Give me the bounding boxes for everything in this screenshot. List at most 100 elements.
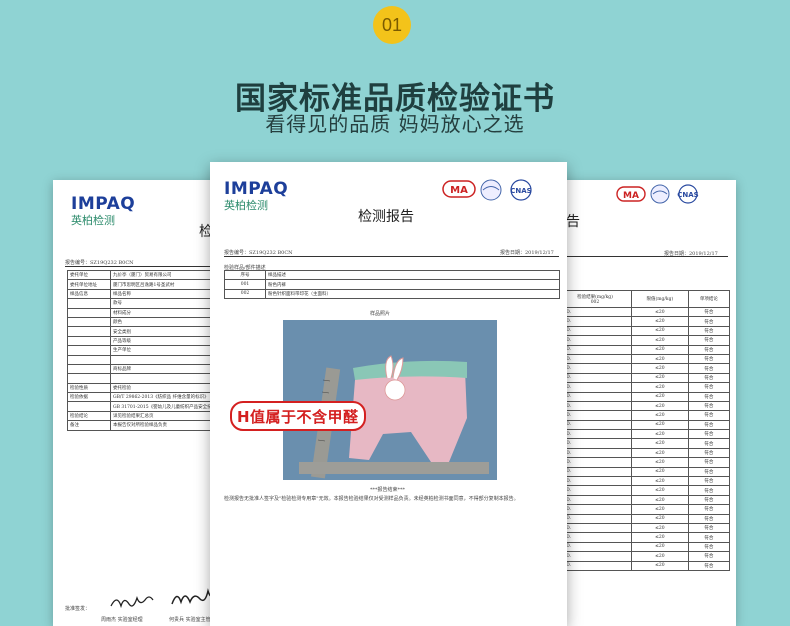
table-cell: ≤20 xyxy=(630,306,689,318)
table-cell: 符合 xyxy=(687,325,731,337)
table-row: 002 粉色针织面料带印花（主面料） xyxy=(224,288,560,300)
table-cell: N.D. xyxy=(558,513,632,525)
table-cell: N.D. xyxy=(558,476,632,487)
table-header-cell: 单项结论 xyxy=(687,290,731,308)
table-cell: ≤20 xyxy=(630,372,689,384)
table-cell: ≤20 xyxy=(630,476,689,487)
table-row: N.D.≤20符合 xyxy=(558,382,731,393)
cma-certification-icon: MA xyxy=(616,186,646,202)
table-cell: N.D. xyxy=(558,429,632,440)
table-cell: ≤20 xyxy=(630,353,689,365)
svg-text:CNAS: CNAS xyxy=(510,187,531,195)
table-cell: 符合 xyxy=(687,438,731,449)
table-cell: 符合 xyxy=(687,560,731,571)
table-cell: 委托单位 xyxy=(67,269,111,281)
cnas-certification-icon: CNAS xyxy=(677,184,699,204)
table-cell: N.D. xyxy=(558,363,632,374)
table-row: N.D.≤20符合 xyxy=(558,353,731,365)
sample-garment-image xyxy=(283,320,497,480)
table-cell: N.D. xyxy=(558,541,632,553)
table-cell: ≤20 xyxy=(630,485,689,496)
table-row: N.D.≤20符合 xyxy=(558,560,731,571)
table-row: N.D.≤20符合 xyxy=(558,429,731,440)
table-row: N.D.≤20符合 xyxy=(558,325,731,337)
table-row: N.D.≤20符合 xyxy=(558,541,731,553)
table-cell: ≤20 xyxy=(630,504,689,515)
table-row: N.D.≤20符合 xyxy=(558,447,731,459)
table-row: N.D.≤20符合 xyxy=(558,494,731,506)
table-cell: N.D. xyxy=(558,457,632,468)
table-cell: N.D. xyxy=(558,335,632,346)
signer-1: 周雨杰 实验室经理 xyxy=(101,617,143,623)
table-cell: N.D. xyxy=(558,410,632,421)
table-cell: ≤20 xyxy=(630,391,689,402)
table-cell: ≤20 xyxy=(630,532,689,543)
table-cell: ≤20 xyxy=(630,316,689,327)
table-cell: ≤20 xyxy=(630,419,689,431)
table-row: 001 粉色内裤 xyxy=(224,279,560,290)
table-cell: ≤20 xyxy=(630,560,689,571)
table-cell: ≤20 xyxy=(630,344,689,355)
table-cell: 符合 xyxy=(687,382,731,393)
table-cell: N.D. xyxy=(558,504,632,515)
table-row: N.D.≤20符合 xyxy=(558,410,731,421)
disclaimer: 检测报告无批准人签字及"检验检测专用章"无效。本报告检验结果仅对受测样品负责。未… xyxy=(224,496,519,502)
svg-text:CNAS: CNAS xyxy=(677,191,698,199)
table-cell: N.D. xyxy=(558,466,632,478)
table-cell: 符合 xyxy=(687,410,731,421)
table-cell xyxy=(67,345,111,356)
table-cell: 符合 xyxy=(687,391,731,402)
table-cell: ≤20 xyxy=(630,494,689,506)
table-cell: N.D. xyxy=(558,353,632,365)
table-cell: N.D. xyxy=(558,438,632,449)
table-cell: 符合 xyxy=(687,306,731,318)
approval-label: 批准签发： xyxy=(65,606,91,612)
table-cell: ≤20 xyxy=(630,551,689,562)
table-cell xyxy=(67,326,111,337)
svg-text:MA: MA xyxy=(623,191,639,201)
table-cell: ≤20 xyxy=(630,400,689,412)
table-cell: N.D. xyxy=(558,551,632,562)
ilac-certification-icon xyxy=(650,184,670,204)
table-cell: 符合 xyxy=(687,353,731,365)
table-cell: N.D. xyxy=(558,532,632,543)
table-cell: N.D. xyxy=(558,382,632,393)
table-row: N.D.≤20符合 xyxy=(558,504,731,515)
cma-certification-icon: MA xyxy=(442,180,476,198)
formaldehyde-stamp: H值属于不含甲醛 xyxy=(230,401,366,431)
table-cell xyxy=(67,401,111,412)
table-row: N.D.≤20符合 xyxy=(558,419,731,431)
table-cell xyxy=(67,373,111,384)
table-cell: ≤20 xyxy=(630,447,689,459)
table-cell: N.D. xyxy=(558,560,632,571)
right-report-page: MA CNAS 告 报告日期：2019/12/17 检验结果(mg/kg) 00… xyxy=(548,180,736,626)
table-row: N.D.≤20符合 xyxy=(558,344,731,355)
table-row: N.D.≤20符合 xyxy=(558,363,731,374)
table-cell: ≤20 xyxy=(630,429,689,440)
table-row: N.D.≤20符合 xyxy=(558,522,731,534)
table-cell: N.D. xyxy=(558,316,632,327)
table-row: N.D.≤20符合 xyxy=(558,306,731,318)
table-cell: 符合 xyxy=(687,363,731,374)
results-table: 检验结果(mg/kg) 002限值(mg/kg)单项结论N.D.≤20符合N.D… xyxy=(558,290,731,571)
svg-text:MA: MA xyxy=(450,185,468,196)
table-cell: 002 xyxy=(224,288,266,300)
table-cell: 符合 xyxy=(687,494,731,506)
table-cell xyxy=(67,316,111,328)
table-row: N.D.≤20符合 xyxy=(558,551,731,562)
table-row: N.D.≤20符合 xyxy=(558,335,731,346)
table-header-cell: 检验结果(mg/kg) 002 xyxy=(558,290,632,308)
cnas-certification-icon: CNAS xyxy=(510,179,532,201)
table-cell: N.D. xyxy=(558,325,632,337)
step-badge: 01 xyxy=(373,6,411,44)
table-cell: ≤20 xyxy=(630,438,689,449)
table-cell xyxy=(67,307,111,318)
table-cell: N.D. xyxy=(558,494,632,506)
table-cell xyxy=(67,298,111,309)
table-row: 序号 样品描述 xyxy=(224,269,560,281)
table-cell: N.D. xyxy=(558,419,632,431)
table-cell: 检验性质 xyxy=(67,382,111,394)
table-row: N.D.≤20符合 xyxy=(558,466,731,478)
table-cell: 符合 xyxy=(687,457,731,468)
table-row: N.D.≤20符合 xyxy=(558,400,731,412)
